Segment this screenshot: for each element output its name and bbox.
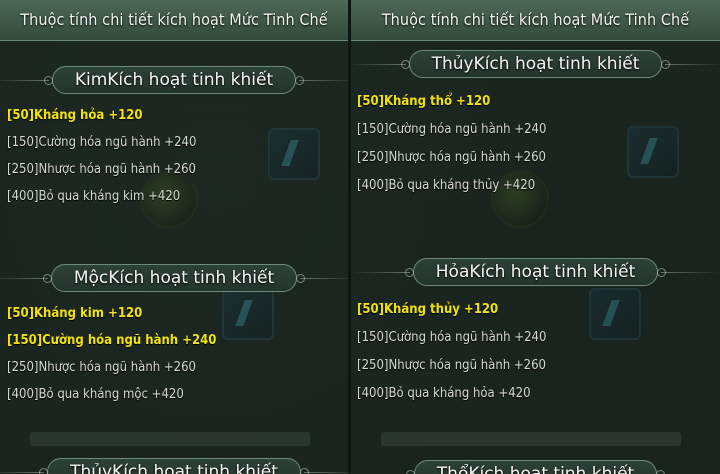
panel-title: Thuộc tính chi tiết kích hoạt Mức Tinh C… (0, 0, 348, 41)
section-header-thuy: ThủyKích hoạt tinh khiết (0, 458, 348, 474)
refine-detail-panel-right: Thuộc tính chi tiết kích hoạt Mức Tinh C… (351, 0, 720, 474)
item-card-icon (222, 288, 274, 340)
section-header-thuy: ThủyKích hoạt tinh khiết (351, 50, 720, 78)
attribute-line: [50]Kháng kim +120 (7, 306, 143, 321)
attribute-line: [50]Kháng hỏa +120 (7, 108, 143, 123)
refine-detail-panel-left: Thuộc tính chi tiết kích hoạt Mức Tinh C… (0, 0, 348, 474)
item-card-icon (627, 126, 679, 178)
element-tab-bar (30, 432, 310, 446)
attribute-line: [150]Cường hóa ngũ hành +240 (7, 135, 197, 150)
attribute-line: [150]Cường hóa ngũ hành +240 (357, 330, 547, 345)
section-header-hoa: HỏaKích hoạt tinh khiết (351, 258, 720, 286)
section-header-kim: KimKích hoạt tinh khiết (0, 66, 348, 94)
panel-title: Thuộc tính chi tiết kích hoạt Mức Tinh C… (351, 0, 720, 41)
attribute-line: [400]Bỏ qua kháng mộc +420 (7, 387, 184, 402)
item-card-icon (268, 128, 320, 180)
attribute-line: [400]Bỏ qua kháng thủy +420 (357, 178, 536, 193)
attribute-line: [250]Nhược hóa ngũ hành +260 (7, 360, 196, 375)
attribute-line: [150]Cường hóa ngũ hành +240 (357, 122, 547, 137)
element-tab-bar (381, 432, 681, 446)
attribute-line: [400]Bỏ qua kháng hỏa +420 (357, 386, 531, 401)
game-screen: Thuộc tính chi tiết kích hoạt Mức Tinh C… (0, 0, 720, 474)
attribute-line: [250]Nhược hóa ngũ hành +260 (357, 358, 546, 373)
attribute-line: [250]Nhược hóa ngũ hành +260 (357, 150, 546, 165)
attribute-line: [150]Cường hóa ngũ hành +240 (7, 333, 217, 348)
section-header-tho: ThổKích hoạt tinh khiết (351, 460, 720, 474)
attribute-line: [50]Kháng thổ +120 (357, 94, 491, 109)
item-card-icon (589, 288, 641, 340)
attribute-line: [50]Kháng thủy +120 (357, 302, 499, 317)
attribute-line: [250]Nhược hóa ngũ hành +260 (7, 162, 196, 177)
attribute-line: [400]Bỏ qua kháng kim +420 (7, 189, 181, 204)
section-header-moc: MộcKích hoạt tinh khiết (0, 264, 348, 292)
